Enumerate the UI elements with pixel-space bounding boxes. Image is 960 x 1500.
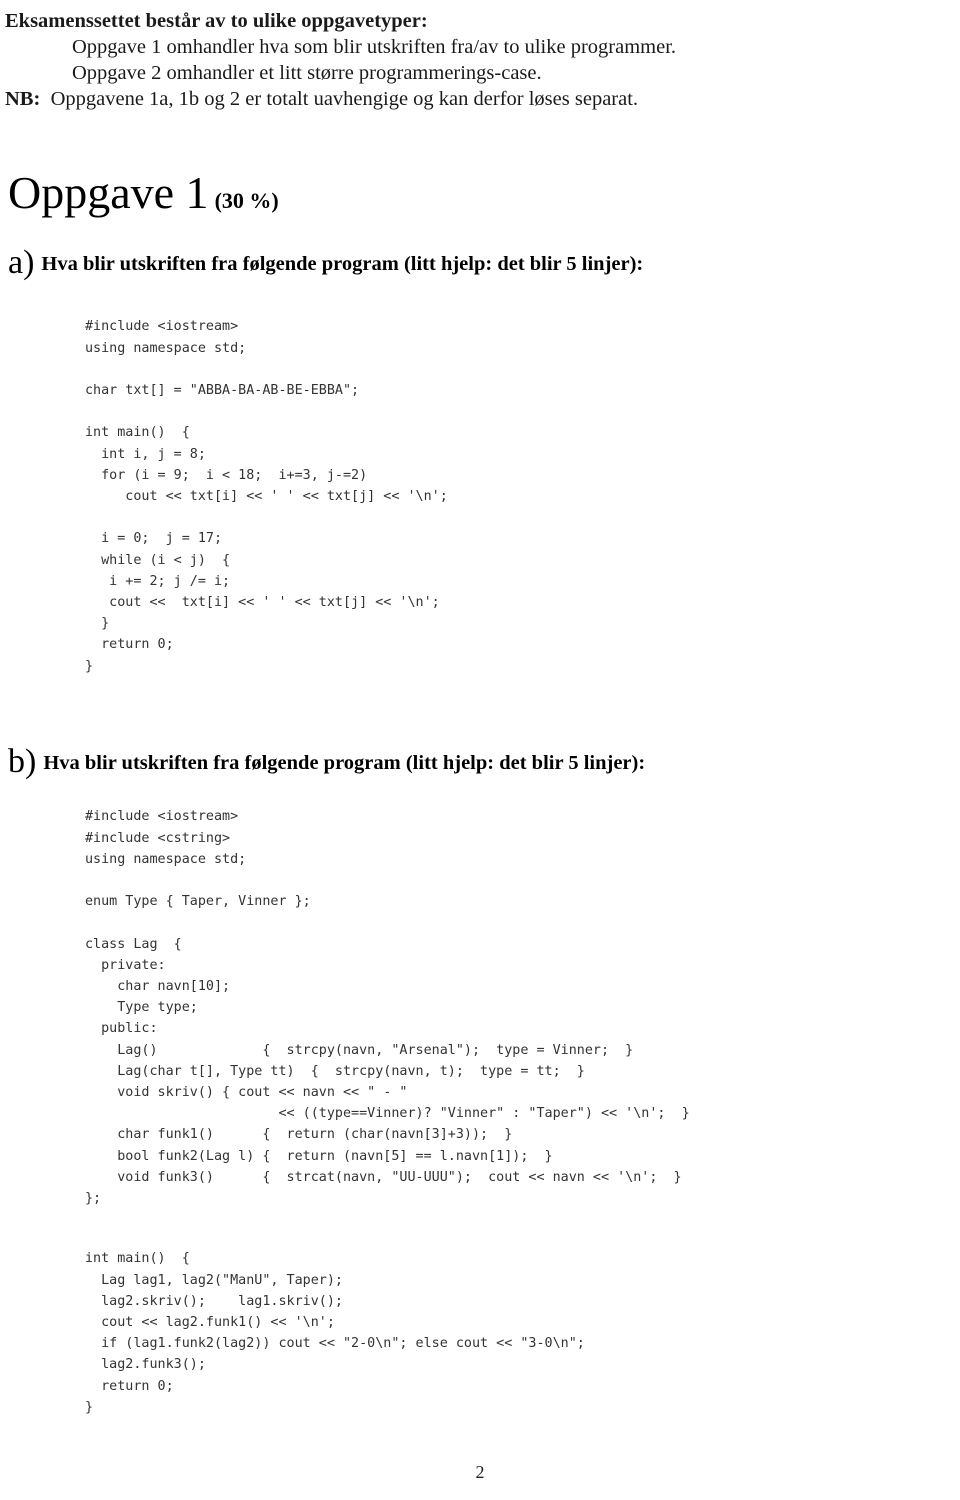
question-b-text: Hva blir utskriften fra følgende program… [43,752,646,774]
intro-block: Eksamenssettet består av to ulike oppgav… [0,8,960,112]
code-block-a: #include <iostream> using namespace std;… [85,319,448,674]
task-title-text: Oppgave 1 [8,167,209,218]
intro-bullet-1: Oppgave 1 omhandler hva som blir utskrif… [72,36,677,58]
document-page: Eksamenssettet består av to ulike oppgav… [0,0,960,1500]
code-block-b-main: int main() { Lag lag1, lag2("ManU", Tape… [85,1251,585,1415]
intro-nb-line: NB: Oppgavene 1a, 1b og 2 er totalt uavh… [0,86,960,112]
nb-tag: NB: [5,88,41,110]
question-a-text: Hva blir utskriften fra følgende program… [41,253,644,275]
question-a-heading: a) Hva blir utskriften fra følgende progr… [8,246,643,280]
intro-heading: Eksamenssettet består av to ulike oppgav… [5,10,428,32]
question-a-letter: a) [8,244,35,281]
nb-body: Oppgavene 1a, 1b og 2 er totalt uavhengi… [50,88,639,110]
question-b-letter: b) [8,743,37,780]
page-number: 2 [475,1462,485,1482]
task-weight: (30 %) [214,188,279,213]
task-title: Oppgave 1 (30 %) [8,170,279,216]
nb-text [40,88,50,110]
question-b-heading: b) Hva blir utskriften fra følgende progr… [8,745,645,779]
intro-bullet-2: Oppgave 2 omhandler et litt større progr… [72,62,542,84]
code-block-b-class: #include <iostream> #include <cstring> u… [85,809,690,1207]
